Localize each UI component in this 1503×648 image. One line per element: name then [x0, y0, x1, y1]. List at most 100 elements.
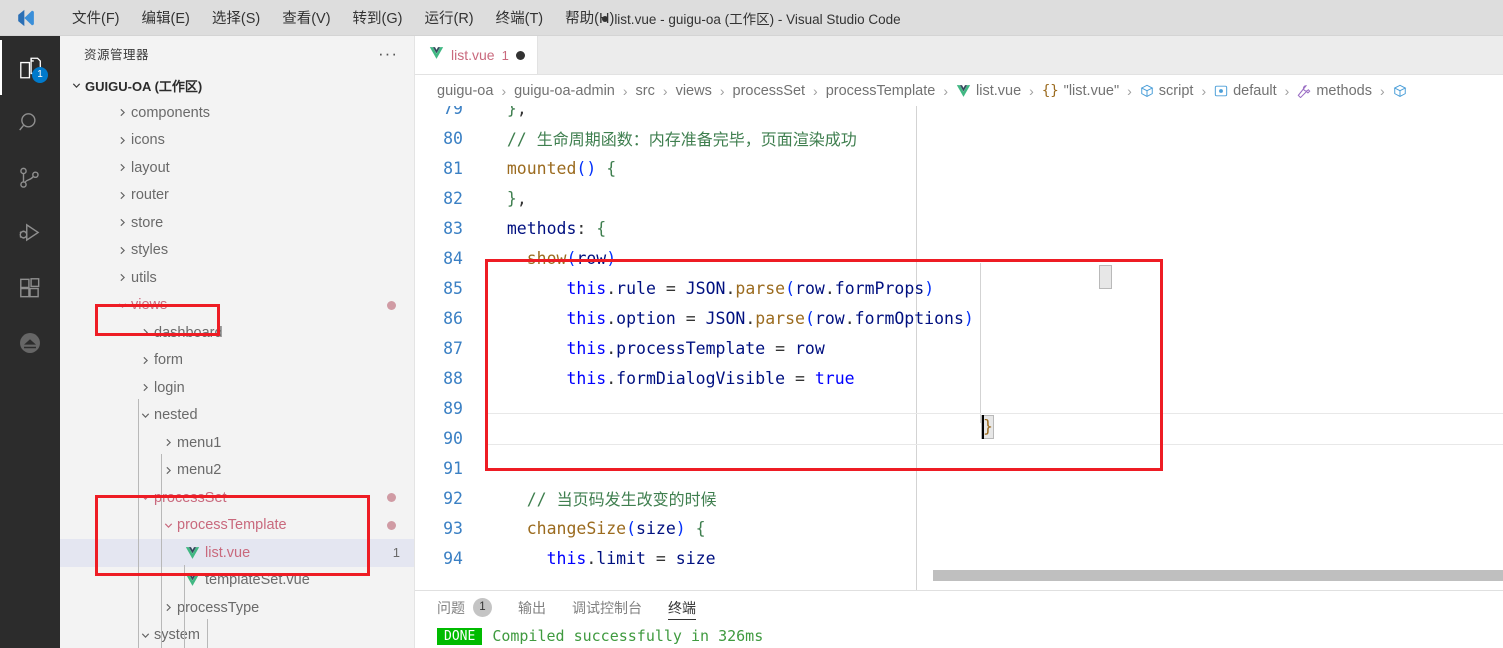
code-line-93[interactable]: 93 changeSize(size) {: [415, 513, 1503, 543]
breadcrumb-item-guigu-oa-admin[interactable]: guigu-oa-admin: [514, 83, 615, 99]
tree-item-nested[interactable]: nested: [60, 402, 414, 430]
tree-item-system[interactable]: system: [60, 622, 414, 648]
search-icon: [19, 112, 36, 130]
breadcrumb-item-default[interactable]: default: [1214, 83, 1277, 99]
tree-item-processtemplate[interactable]: processTemplate: [60, 512, 414, 540]
tab-dirty-dot-icon[interactable]: [515, 50, 525, 60]
tree-item-styles[interactable]: styles: [60, 237, 414, 265]
menu-terminal[interactable]: 终端(T): [486, 4, 554, 31]
code-line-text: this.formDialogVisible = true: [566, 368, 855, 388]
tree-item-form[interactable]: form: [60, 347, 414, 375]
editor-horizontal-scrollbar[interactable]: [933, 570, 1503, 581]
extensions-blocks-icon: [20, 277, 40, 297]
breadcrumb-item-list-vue[interactable]: list.vue: [956, 83, 1021, 99]
code-line-80[interactable]: 80 // 生命周期函数：内存准备完毕，页面渲染成功: [415, 123, 1503, 153]
menu-go[interactable]: 转到(G): [343, 4, 413, 31]
tree-item-label: components: [131, 104, 210, 121]
panel-tab-3[interactable]: 终端: [668, 591, 696, 624]
tree-item-label: processType: [177, 599, 260, 616]
activity-item-search[interactable]: [0, 95, 60, 150]
code-line-84[interactable]: 84 show(row): [415, 243, 1503, 273]
ellipsis-icon[interactable]: ···: [378, 45, 398, 62]
tree-item-label: router: [131, 187, 169, 204]
symbol-method-icon: [1297, 84, 1311, 98]
breadcrumb-item-script[interactable]: script: [1140, 83, 1193, 99]
activity-item-explorer[interactable]: 1: [0, 40, 60, 95]
menu-view[interactable]: 查看(V): [272, 4, 340, 31]
tree-item-processset[interactable]: processSet: [60, 484, 414, 512]
line-number: 80: [443, 128, 463, 148]
code-line-86[interactable]: 86 this.option = JSON.parse(row.formOpti…: [415, 303, 1503, 333]
chevron-down-icon: [114, 300, 131, 311]
line-number: 91: [443, 458, 463, 478]
tree-item-store[interactable]: store: [60, 209, 414, 237]
code-line-92[interactable]: 92 // 当页码发生改变的时候: [415, 483, 1503, 513]
breadcrumb-item-processtemplate[interactable]: processTemplate: [826, 83, 936, 99]
code-line-91[interactable]: 91: [415, 453, 1503, 483]
chevron-right-icon: [160, 602, 177, 613]
code-line-85[interactable]: 85 this.rule = JSON.parse(row.formProps): [415, 273, 1503, 303]
code-line-text: },: [506, 188, 527, 208]
code-line-79[interactable]: 79 },: [415, 106, 1503, 123]
panel-tab-0[interactable]: 问题 1: [437, 591, 492, 624]
panel-tab-2[interactable]: 调试控制台: [572, 591, 642, 624]
tree-item-label: processTemplate: [177, 517, 287, 534]
tree-item-menu1[interactable]: menu1: [60, 429, 414, 457]
code-line-94[interactable]: 94 this.limit = size: [415, 543, 1503, 573]
line-number: 88: [443, 368, 463, 388]
code-line-89[interactable]: 89: [415, 393, 1503, 423]
tree-item-utils[interactable]: utils: [60, 264, 414, 292]
breadcrumb-item-views[interactable]: views: [676, 83, 712, 99]
activity-item-run-debug[interactable]: [0, 205, 60, 260]
tree-item-layout[interactable]: layout: [60, 154, 414, 182]
line-number: 89: [443, 398, 463, 418]
breadcrumb-separator: ›: [1127, 82, 1132, 99]
tree-item-components[interactable]: components: [60, 99, 414, 127]
chevron-down-icon: [137, 630, 154, 641]
tree-item-processtype[interactable]: processType: [60, 594, 414, 622]
breadcrumb-item[interactable]: [1393, 84, 1407, 98]
code-line-83[interactable]: 83 methods: {: [415, 213, 1503, 243]
tree-item-router[interactable]: router: [60, 182, 414, 210]
breadcrumb-item-src[interactable]: src: [636, 83, 655, 99]
menu-edit[interactable]: 编辑(E): [132, 4, 200, 31]
tree-item-dashboard[interactable]: dashboard: [60, 319, 414, 347]
tree-item-list-vue[interactable]: list.vue 1: [60, 539, 414, 567]
activity-item-remote-explorer[interactable]: [0, 315, 60, 370]
title-bar: 文件(F) 编辑(E) 选择(S) 查看(V) 转到(G) 运行(R) 终端(T…: [0, 0, 1503, 36]
breadcrumb-item-methods[interactable]: methods: [1297, 83, 1372, 99]
code-line-87[interactable]: 87 this.processTemplate = row: [415, 333, 1503, 363]
breadcrumb-item-label: guigu-oa: [437, 82, 494, 99]
panel-tab-1[interactable]: 输出: [518, 591, 546, 624]
code-line-90[interactable]: 90: [415, 423, 1503, 453]
activity-item-source-control[interactable]: [0, 150, 60, 205]
window-title-text: list.vue - guigu-oa (工作区) - Visual Studi…: [614, 11, 901, 27]
tree-item-templateset-vue[interactable]: templateSet.vue: [60, 567, 414, 595]
tab-list-vue[interactable]: list.vue 1: [415, 36, 538, 74]
tree-item-views[interactable]: views: [60, 292, 414, 320]
breadcrumb-item-processset[interactable]: processSet: [733, 83, 806, 99]
symbol-object-icon: [1214, 84, 1228, 98]
tree-item-login[interactable]: login: [60, 374, 414, 402]
breadcrumb-item--list-vue-[interactable]: {} "list.vue": [1042, 83, 1119, 99]
line-number: 82: [443, 188, 463, 208]
menu-help[interactable]: 帮助(H): [555, 4, 624, 31]
code-line-88[interactable]: 88 this.formDialogVisible = true: [415, 363, 1503, 393]
tree-item-icons[interactable]: icons: [60, 127, 414, 155]
tree-item-label: icons: [131, 132, 165, 149]
activity-item-extensions[interactable]: [0, 260, 60, 315]
menu-selection[interactable]: 选择(S): [202, 4, 270, 31]
terminal-message: Compiled successfully in 326ms: [492, 627, 764, 645]
menu-run[interactable]: 运行(R): [414, 4, 483, 31]
chevron-right-icon: [160, 437, 177, 448]
code-editor[interactable]: 79 }, 80 // 生命周期函数：内存准备完毕，页面渲染成功 81 mounte…: [415, 106, 1503, 590]
chevron-down-icon: [137, 492, 154, 503]
breadcrumb-item-guigu-oa[interactable]: guigu-oa: [437, 83, 493, 99]
workspace-root-row[interactable]: GUIGU-OA (工作区): [60, 71, 414, 99]
code-line-82[interactable]: 82 },: [415, 183, 1503, 213]
line-number: 81: [443, 158, 463, 178]
code-line-text: this.processTemplate = row: [566, 338, 825, 358]
code-line-81[interactable]: 81 mounted() {: [415, 153, 1503, 183]
menu-file[interactable]: 文件(F): [62, 4, 130, 31]
tree-item-menu2[interactable]: menu2: [60, 457, 414, 485]
